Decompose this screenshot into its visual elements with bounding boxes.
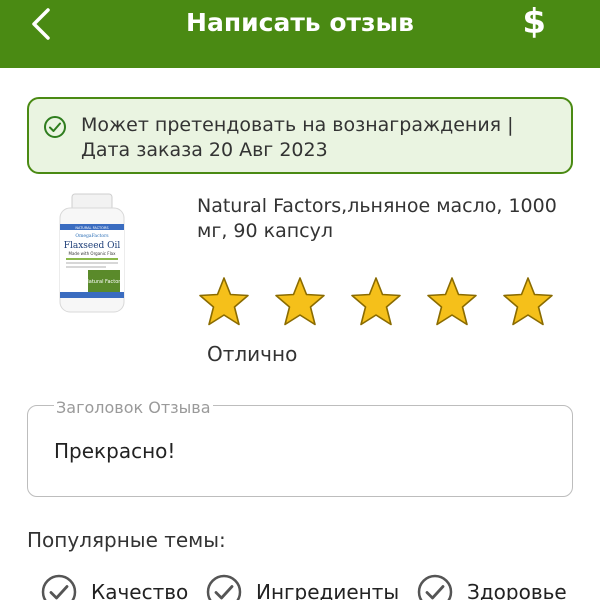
popular-topics-heading: Популярные темы: [27,528,226,552]
star-icon-2[interactable] [273,275,327,329]
star-icon-1[interactable] [197,275,251,329]
rewards-eligibility-notice: Может претендовать на вознаграждения | Д… [27,97,573,174]
rewards-dollar-button[interactable]: $ [522,2,546,42]
topic-chip-label: Качество [91,580,189,600]
rating-label: Отлично [207,342,298,366]
star-icon-4[interactable] [425,275,479,329]
app-header: Написать отзыв $ [0,0,600,68]
topic-chip-label: Здоровье [467,580,567,600]
review-title-value[interactable]: Прекрасно! [54,439,175,463]
product-title-label: Flaxseed Oil [64,241,121,251]
check-circle-icon [44,116,66,138]
check-circle-icon [41,574,77,600]
product-name: Natural Factors,льняное масло, 1000 мг, … [197,195,557,242]
product-brand-line: NATURAL FACTORS [75,226,109,230]
check-circle-icon [206,574,242,600]
product-logo: Natural Factors [85,279,123,285]
check-circle-icon [417,574,453,600]
product-image: NATURAL FACTORS OmegaFactors Flaxseed Oi… [59,193,125,313]
review-title-label: Заголовок Отзыва [54,398,213,417]
product-series-label: OmegaFactors [75,233,109,239]
notice-text: Может претендовать на вознаграждения | Д… [81,114,514,161]
star-icon-5[interactable] [501,275,555,329]
topic-chip-label: Ингредиенты [256,580,400,600]
star-icon-3[interactable] [349,275,403,329]
review-title-input[interactable]: Прекрасно! [27,405,573,497]
product-subtitle-label: Made with Organic Flax [69,251,117,256]
page-title: Написать отзыв [186,8,414,37]
